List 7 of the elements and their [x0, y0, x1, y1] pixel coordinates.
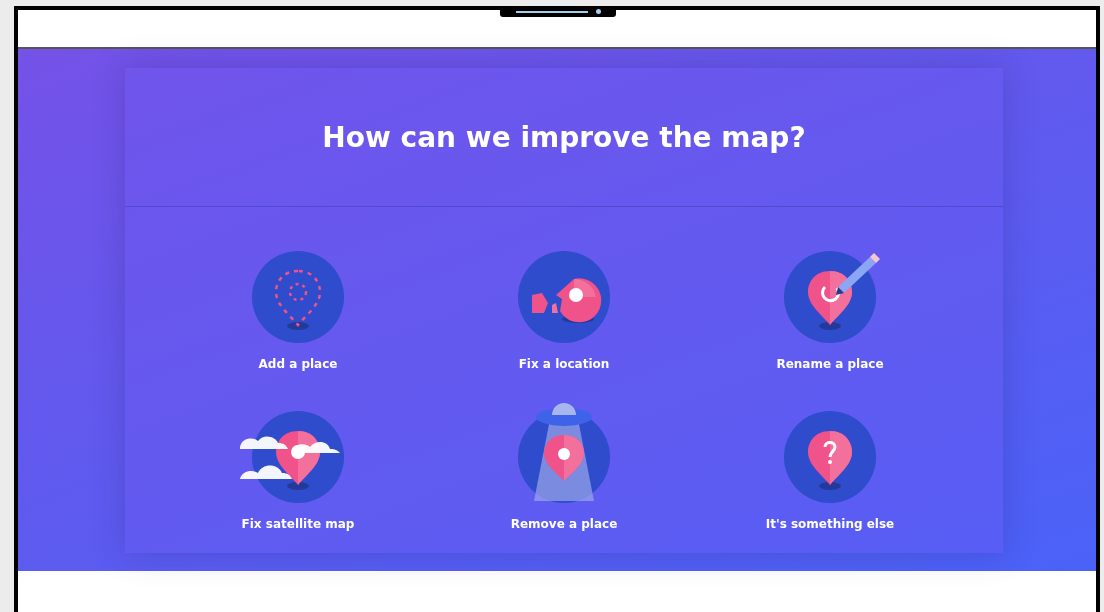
option-button[interactable]: Fix a location [431, 237, 697, 393]
panel-title: How can we improve the map? [321, 119, 807, 156]
option-button[interactable]: Fix satellite map [165, 397, 431, 553]
option-button[interactable]: Add a place [165, 237, 431, 393]
option-button[interactable]: It's something else [697, 397, 963, 553]
option-button[interactable]: Rename a place [697, 237, 963, 393]
option-button[interactable]: Remove a place [431, 397, 697, 553]
